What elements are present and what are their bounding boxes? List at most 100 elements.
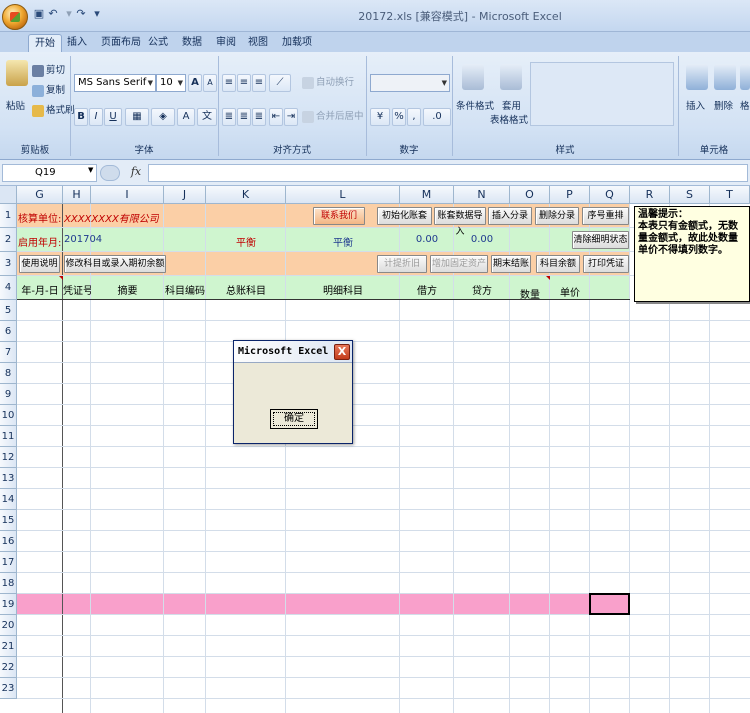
redo-icon[interactable]: ↷: [74, 7, 88, 21]
column-header-o[interactable]: O: [510, 186, 550, 204]
tab-page-layout[interactable]: 页面布局: [95, 34, 147, 52]
column-header-p[interactable]: P: [550, 186, 590, 204]
worksheet-grid[interactable]: G H I J K L M N O P Q R S T 1 2 3 4 5 6 …: [0, 186, 750, 713]
insert-entry-button[interactable]: 插入分录: [488, 207, 532, 225]
row-header-8[interactable]: 8: [0, 363, 17, 384]
format-painter-button[interactable]: 格式刷: [32, 104, 75, 118]
ok-button[interactable]: 确定: [270, 409, 318, 429]
tab-addins[interactable]: 加载项: [276, 34, 318, 52]
shrink-font-button[interactable]: A: [203, 74, 217, 92]
row-header-2[interactable]: 2: [0, 228, 17, 252]
currency-button[interactable]: ¥: [370, 108, 390, 126]
tab-home[interactable]: 开始: [28, 34, 62, 52]
row-header-16[interactable]: 16: [0, 531, 17, 552]
start-period-value[interactable]: 201704: [64, 234, 102, 245]
row-header-7[interactable]: 7: [0, 342, 17, 363]
font-color-button[interactable]: A: [177, 108, 195, 126]
row-header-20[interactable]: 20: [0, 615, 17, 636]
depreciation-button[interactable]: 计提折旧: [377, 255, 427, 273]
row-header-23[interactable]: 23: [0, 678, 17, 699]
column-header-n[interactable]: N: [454, 186, 510, 204]
init-ledger-button[interactable]: 初始化账套: [377, 207, 432, 225]
grow-font-button[interactable]: A: [188, 74, 202, 92]
decimal-button[interactable]: .0: [423, 108, 451, 126]
align-right-button[interactable]: ≣: [252, 108, 266, 126]
column-header-r[interactable]: R: [630, 186, 670, 204]
tab-insert[interactable]: 插入: [61, 34, 93, 52]
save-icon[interactable]: ▣: [32, 7, 46, 21]
underline-button[interactable]: U: [104, 108, 122, 126]
select-all-corner[interactable]: [0, 186, 17, 204]
format-cells-icon[interactable]: [740, 64, 750, 90]
insert-cells-icon[interactable]: [686, 64, 708, 90]
row-header-4[interactable]: 4: [0, 276, 17, 300]
align-top-button[interactable]: ≡: [222, 74, 236, 92]
table-format-icon[interactable]: [500, 64, 522, 90]
wrap-text-button[interactable]: 自动换行: [302, 76, 354, 90]
phonetic-button[interactable]: 文: [197, 108, 217, 126]
bold-button[interactable]: B: [74, 108, 88, 126]
align-center-button[interactable]: ≣: [237, 108, 251, 126]
selected-cell[interactable]: [589, 593, 630, 615]
column-header-l[interactable]: L: [286, 186, 400, 204]
row-header-6[interactable]: 6: [0, 321, 17, 342]
increase-indent-button[interactable]: ⇥: [284, 108, 298, 126]
column-header-g[interactable]: G: [17, 186, 63, 204]
column-header-t[interactable]: T: [710, 186, 750, 204]
add-fixed-asset-button[interactable]: 增加固定资产: [430, 255, 488, 273]
tab-review[interactable]: 审阅: [210, 34, 242, 52]
delete-cells-button[interactable]: 删除: [714, 100, 733, 114]
row-header-18[interactable]: 18: [0, 573, 17, 594]
tab-formulas[interactable]: 公式: [142, 34, 174, 52]
copy-button[interactable]: 复制: [32, 84, 65, 98]
undo-icon[interactable]: ↶: [46, 7, 60, 21]
row-header-22[interactable]: 22: [0, 657, 17, 678]
formula-expand-handle[interactable]: [100, 165, 120, 181]
row-header-5[interactable]: 5: [0, 300, 17, 321]
paste-icon[interactable]: [6, 60, 28, 86]
delete-entry-button[interactable]: 删除分录: [535, 207, 579, 225]
column-header-q[interactable]: Q: [590, 186, 630, 204]
office-button[interactable]: [2, 4, 28, 30]
tab-data[interactable]: 数据: [176, 34, 208, 52]
clear-detail-status-button[interactable]: 清除细明状态: [572, 231, 629, 249]
row-header-3[interactable]: 3: [0, 252, 17, 276]
close-icon[interactable]: X: [334, 344, 350, 360]
paste-button[interactable]: 粘贴: [6, 100, 25, 114]
percent-button[interactable]: %: [392, 108, 406, 126]
insert-cells-button[interactable]: 插入: [686, 100, 705, 114]
column-header-i[interactable]: I: [91, 186, 164, 204]
italic-button[interactable]: I: [89, 108, 103, 126]
contact-us-button[interactable]: 联系我们: [313, 207, 365, 225]
comma-button[interactable]: ,: [407, 108, 421, 126]
insert-function-button[interactable]: fx: [125, 165, 147, 181]
chevron-down-icon[interactable]: ▼: [88, 166, 93, 174]
tab-view[interactable]: 视图: [242, 34, 274, 52]
row-header-9[interactable]: 9: [0, 384, 17, 405]
row-header-11[interactable]: 11: [0, 426, 17, 447]
font-name-combo[interactable]: MS Sans Serif ▼: [74, 74, 156, 92]
conditional-format-button[interactable]: 条件格式: [456, 100, 494, 114]
decrease-indent-button[interactable]: ⇤: [269, 108, 283, 126]
formula-input[interactable]: [148, 164, 748, 182]
column-header-m[interactable]: M: [400, 186, 454, 204]
instructions-button[interactable]: 使用说明: [19, 255, 60, 273]
row-header-15[interactable]: 15: [0, 510, 17, 531]
column-header-h[interactable]: H: [63, 186, 91, 204]
conditional-format-icon[interactable]: [462, 64, 484, 90]
align-bottom-button[interactable]: ≡: [252, 74, 266, 92]
number-format-combo[interactable]: ▼: [370, 74, 450, 92]
account-balance-button[interactable]: 科目余额: [536, 255, 580, 273]
row-header-21[interactable]: 21: [0, 636, 17, 657]
table-format-button[interactable]: 套用: [502, 100, 521, 114]
edit-accounts-button[interactable]: 修改科目或录入期初余额: [64, 255, 166, 273]
cut-button[interactable]: 剪切: [32, 64, 65, 78]
column-header-s[interactable]: S: [670, 186, 710, 204]
column-header-k[interactable]: K: [206, 186, 286, 204]
borders-button[interactable]: ▦: [125, 108, 149, 126]
period-closing-button[interactable]: 期末结账: [491, 255, 531, 273]
renumber-button[interactable]: 序号重排: [582, 207, 629, 225]
row-header-1[interactable]: 1: [0, 204, 17, 228]
row-header-14[interactable]: 14: [0, 489, 17, 510]
font-size-combo[interactable]: 10 ▼: [156, 74, 186, 92]
